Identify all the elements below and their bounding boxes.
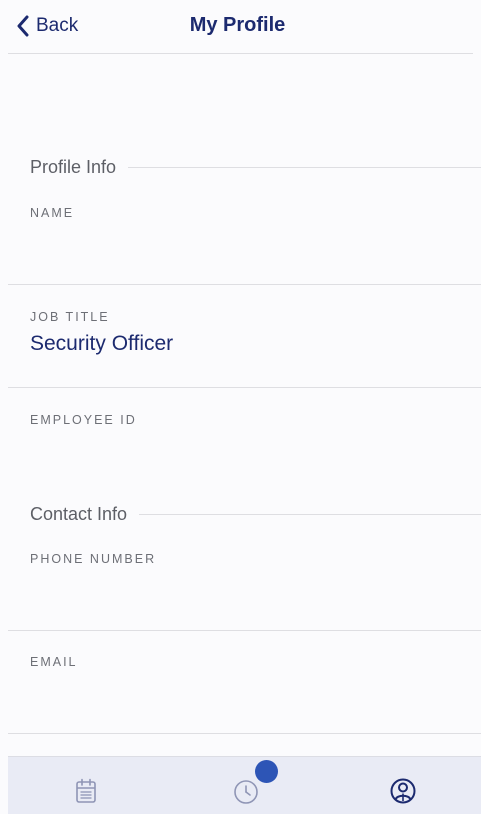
tab-bar — [8, 756, 481, 814]
contact-info-title: Contact Info — [30, 504, 128, 524]
job-title-value: Security Officer — [30, 332, 174, 355]
header-divider — [8, 53, 473, 54]
profile-info-title: Profile Info — [30, 157, 117, 177]
navigation-header: Back My Profile — [0, 0, 481, 54]
back-button[interactable]: Back — [16, 12, 78, 40]
contact-info-section-header: Contact Info — [30, 504, 481, 525]
row-divider — [8, 733, 481, 734]
section-rule — [128, 167, 481, 168]
row-divider — [8, 387, 481, 388]
row-divider — [8, 630, 481, 631]
clock-icon — [234, 780, 258, 804]
tab-profile[interactable] — [381, 771, 425, 811]
profile-info-section-header: Profile Info — [30, 157, 481, 178]
chevron-left-icon — [17, 15, 29, 37]
profile-icon — [390, 778, 416, 804]
notification-badge — [255, 760, 278, 783]
back-label: Back — [36, 15, 79, 36]
job-title-label: JOB TITLE — [30, 310, 110, 324]
employee-id-label: EMPLOYEE ID — [30, 413, 137, 427]
section-rule — [139, 514, 481, 515]
my-profile-screen: Back My Profile Profile Info NAME JOB TI… — [0, 0, 481, 814]
tab-schedule[interactable] — [64, 771, 108, 811]
row-divider — [8, 284, 481, 285]
email-label: EMAIL — [30, 655, 78, 669]
name-label: NAME — [30, 206, 75, 220]
calendar-icon — [76, 778, 96, 803]
phone-number-label: PHONE NUMBER — [30, 552, 157, 566]
